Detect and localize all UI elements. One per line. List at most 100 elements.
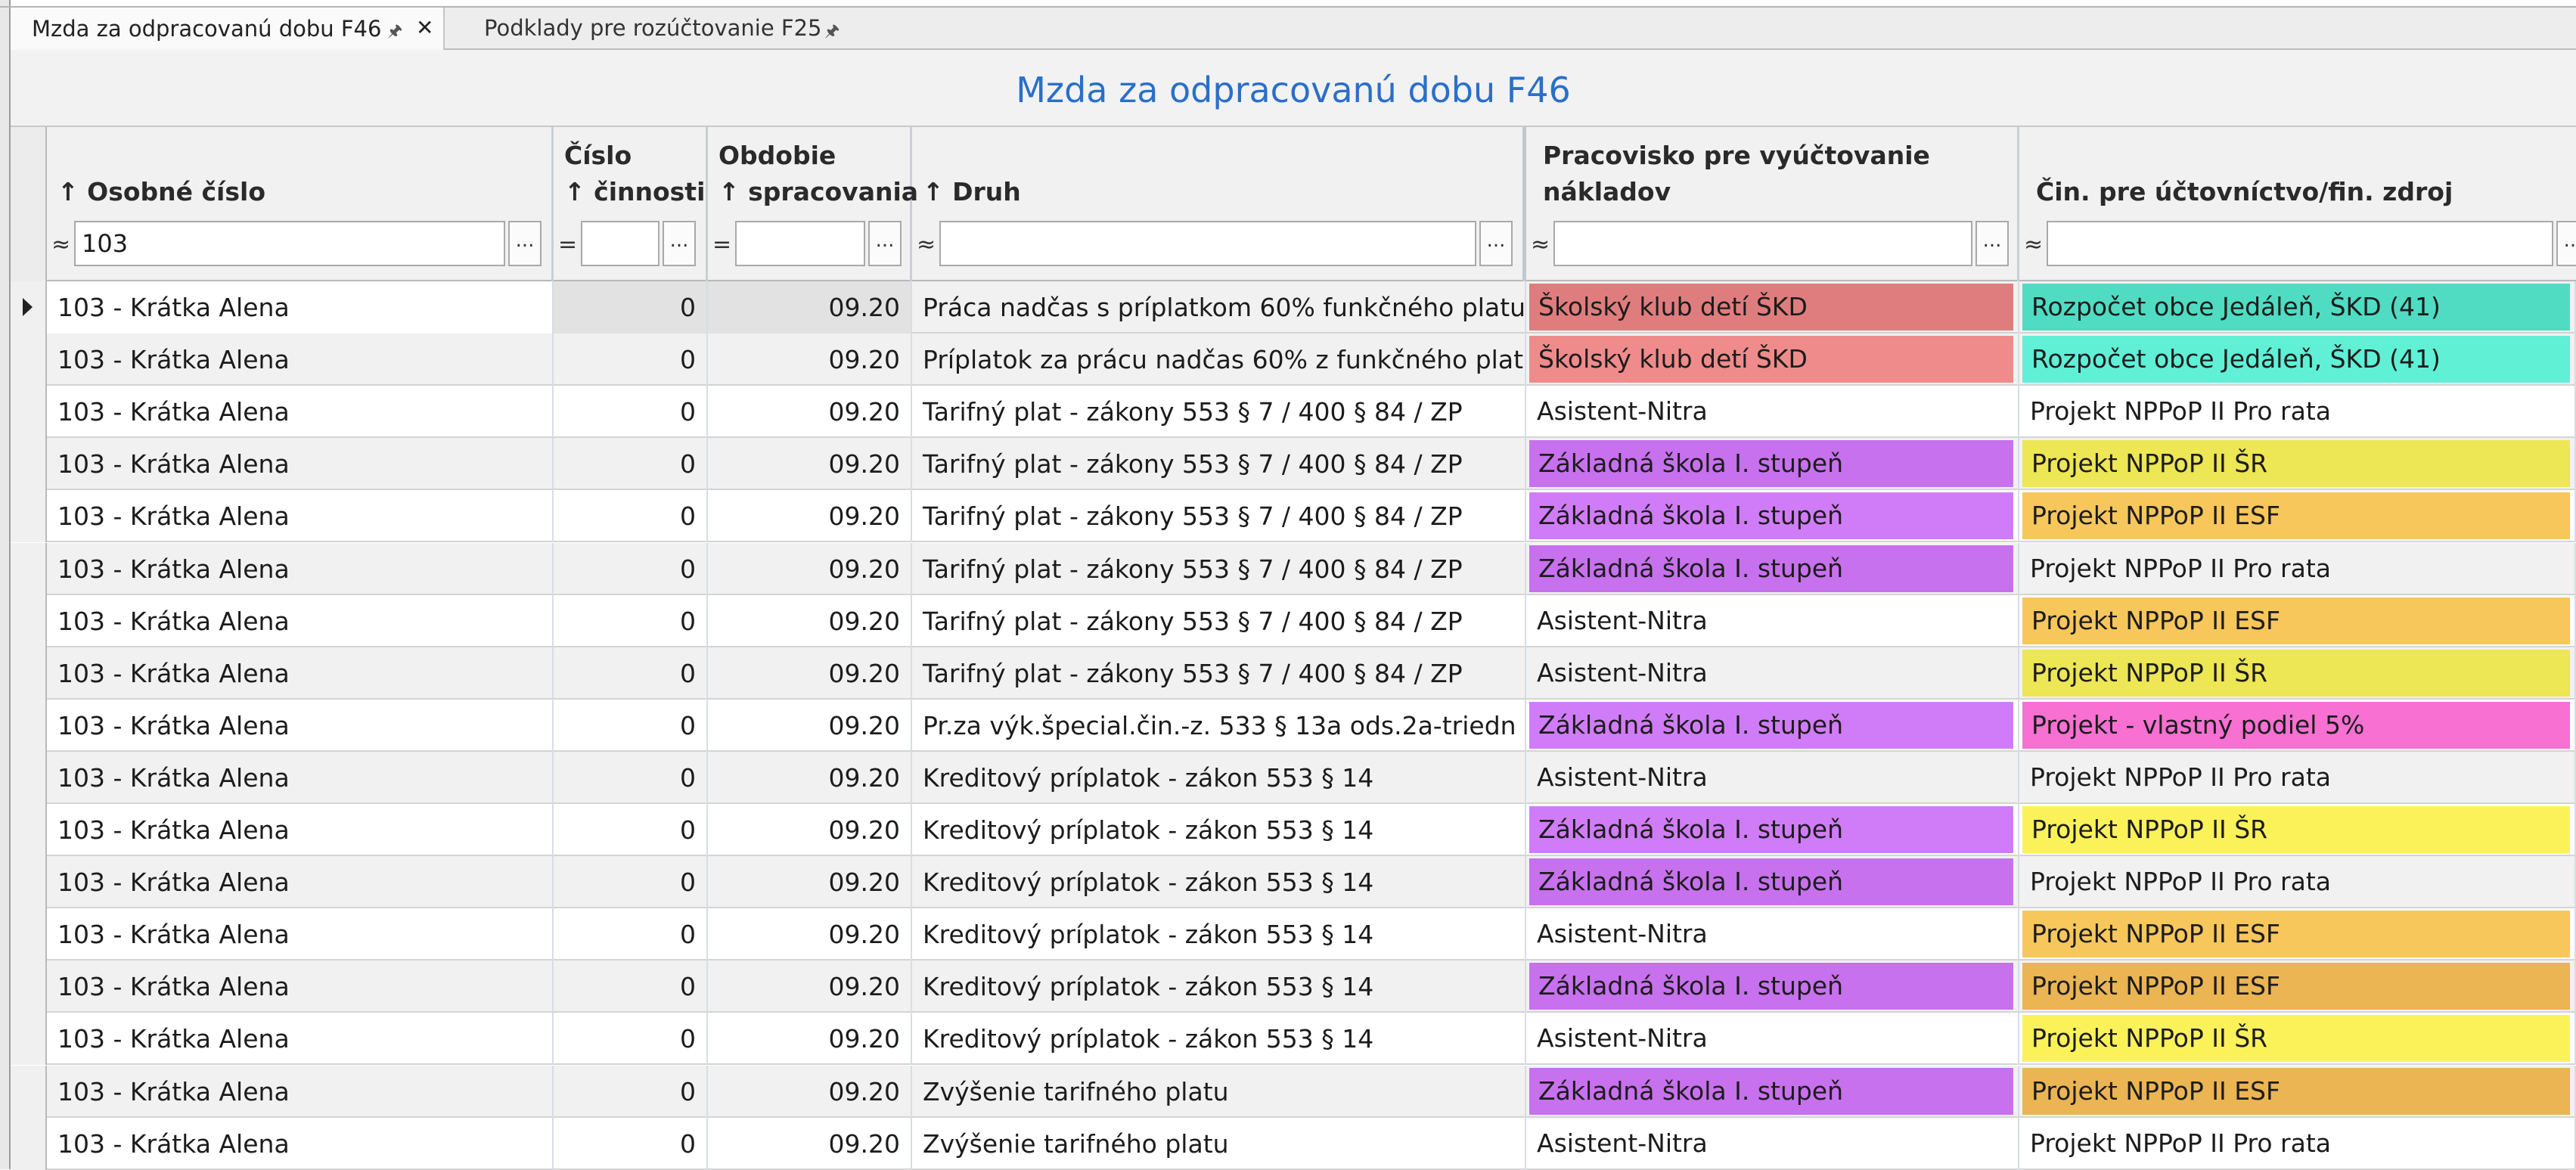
cell-pracovisko[interactable]: Základná škola I. stupeň: [1526, 804, 2019, 856]
cell-obdobie[interactable]: 09.20: [708, 1118, 912, 1170]
cell-osobne-cislo[interactable]: 103 - Krátka Alena: [47, 961, 554, 1013]
filter-mode-icon[interactable]: =: [558, 231, 577, 258]
cell-druh[interactable]: Tarifný plat - zákony 553 § 7 / 400 § 84…: [912, 595, 1526, 647]
cell-cislo-cinnosti[interactable]: 0: [554, 334, 708, 386]
cell-cin-zdroj[interactable]: Projekt NPPoP II ESF: [2019, 961, 2576, 1013]
cell-druh[interactable]: Pr.za výk.špecial.čin.-z. 533 § 13a ods.…: [912, 700, 1526, 752]
filter-osobne-cislo-input[interactable]: [74, 221, 505, 266]
table-row[interactable]: 103 - Krátka Alena 0 09.20 Tarifný plat - z…: [11, 386, 2576, 438]
cell-osobne-cislo[interactable]: 103 - Krátka Alena: [47, 386, 554, 438]
cell-cislo-cinnosti[interactable]: 0: [554, 386, 708, 438]
cell-cislo-cinnosti[interactable]: 0: [554, 281, 708, 334]
row-indicator[interactable]: [11, 1066, 47, 1118]
table-row[interactable]: 103 - Krátka Alena 0 09.20 Kreditový prípla…: [11, 856, 2576, 908]
column-header-obdobie[interactable]: Obdobie ↑ spracovania = ...: [708, 127, 918, 281]
cell-cin-zdroj[interactable]: Projekt NPPoP II ŠR: [2019, 647, 2576, 700]
cell-cislo-cinnosti[interactable]: 0: [554, 1066, 708, 1118]
cell-cin-zdroj[interactable]: Projekt NPPoP II ESF: [2019, 595, 2576, 647]
cell-pracovisko[interactable]: Základná škola I. stupeň: [1526, 543, 2019, 595]
cell-cislo-cinnosti[interactable]: 0: [554, 490, 708, 542]
cell-obdobie[interactable]: 09.20: [708, 908, 912, 961]
row-indicator[interactable]: [11, 386, 47, 438]
cell-osobne-cislo[interactable]: 103 - Krátka Alena: [47, 752, 554, 804]
filter-cislo-cinnosti-input[interactable]: [581, 221, 660, 266]
cell-cin-zdroj[interactable]: Projekt NPPoP II ŠR: [2019, 804, 2576, 856]
cell-osobne-cislo[interactable]: 103 - Krátka Alena: [47, 595, 554, 647]
cell-osobne-cislo[interactable]: 103 - Krátka Alena: [47, 908, 554, 961]
cell-pracovisko[interactable]: Základná škola I. stupeň: [1526, 856, 2019, 908]
filter-mode-icon[interactable]: ≈: [51, 231, 70, 258]
cell-obdobie[interactable]: 09.20: [708, 281, 912, 334]
cell-osobne-cislo[interactable]: 103 - Krátka Alena: [47, 438, 554, 490]
cell-obdobie[interactable]: 09.20: [708, 490, 912, 542]
cell-cislo-cinnosti[interactable]: 0: [554, 752, 708, 804]
cell-obdobie[interactable]: 09.20: [708, 1013, 912, 1065]
filter-ellipsis-button[interactable]: ...: [1975, 221, 2009, 266]
row-indicator[interactable]: [11, 281, 47, 334]
cell-druh[interactable]: Tarifný plat - zákony 553 § 7 / 400 § 84…: [912, 490, 1526, 542]
pin-icon[interactable]: 🖈: [387, 18, 402, 47]
cell-obdobie[interactable]: 09.20: [708, 595, 912, 647]
cell-cin-zdroj[interactable]: Projekt NPPoP II Pro rata: [2019, 386, 2576, 438]
cell-cislo-cinnosti[interactable]: 0: [554, 700, 708, 752]
cell-osobne-cislo[interactable]: 103 - Krátka Alena: [47, 1013, 554, 1065]
table-row[interactable]: 103 - Krátka Alena 0 09.20 Tarifný plat - z…: [11, 438, 2576, 490]
cell-osobne-cislo[interactable]: 103 - Krátka Alena: [47, 1118, 554, 1170]
cell-osobne-cislo[interactable]: 103 - Krátka Alena: [47, 543, 554, 595]
cell-pracovisko[interactable]: Základná škola I. stupeň: [1526, 438, 2019, 490]
table-row[interactable]: 103 - Krátka Alena 0 09.20 Kreditový prípla…: [11, 1013, 2576, 1065]
cell-cin-zdroj[interactable]: Projekt NPPoP II Pro rata: [2019, 1118, 2576, 1170]
table-row[interactable]: 103 - Krátka Alena 0 09.20 Pr.za výk.špecia…: [11, 700, 2576, 752]
cell-druh[interactable]: Kreditový príplatok - zákon 553 § 14: [912, 804, 1526, 856]
cell-cin-zdroj[interactable]: Projekt NPPoP II ŠR: [2019, 438, 2576, 490]
row-indicator[interactable]: [11, 647, 47, 700]
table-row[interactable]: 103 - Krátka Alena 0 09.20 Tarifný plat - z…: [11, 490, 2576, 542]
cell-osobne-cislo[interactable]: 103 - Krátka Alena: [47, 700, 554, 752]
cell-obdobie[interactable]: 09.20: [708, 961, 912, 1013]
cell-osobne-cislo[interactable]: 103 - Krátka Alena: [47, 490, 554, 542]
column-header-osobne-cislo[interactable]: ↑ Osobné číslo ≈ ...: [47, 127, 554, 281]
close-icon[interactable]: ✕: [416, 15, 433, 40]
cell-cislo-cinnosti[interactable]: 0: [554, 1118, 708, 1170]
cell-druh[interactable]: Tarifný plat - zákony 553 § 7 / 400 § 84…: [912, 647, 1526, 700]
cell-pracovisko[interactable]: Základná škola I. stupeň: [1526, 700, 2019, 752]
cell-obdobie[interactable]: 09.20: [708, 543, 912, 595]
cell-obdobie[interactable]: 09.20: [708, 647, 912, 700]
cell-osobne-cislo[interactable]: 103 - Krátka Alena: [47, 334, 554, 386]
cell-pracovisko[interactable]: Školský klub detí ŠKD: [1526, 281, 2019, 334]
cell-cislo-cinnosti[interactable]: 0: [554, 595, 708, 647]
table-row[interactable]: 103 - Krátka Alena 0 09.20 Zvýšenie tarifné…: [11, 1118, 2576, 1170]
cell-druh[interactable]: Tarifný plat - zákony 553 § 7 / 400 § 84…: [912, 438, 1526, 490]
cell-obdobie[interactable]: 09.20: [708, 856, 912, 908]
cell-cin-zdroj[interactable]: Projekt NPPoP II ESF: [2019, 490, 2576, 542]
filter-ellipsis-button[interactable]: ...: [663, 221, 696, 266]
filter-ellipsis-button[interactable]: ...: [1479, 221, 1513, 266]
cell-druh[interactable]: Kreditový príplatok - zákon 553 § 14: [912, 961, 1526, 1013]
row-indicator[interactable]: [11, 700, 47, 752]
cell-pracovisko[interactable]: Školský klub detí ŠKD: [1526, 334, 2019, 386]
cell-druh[interactable]: Práca nadčas s príplatkom 60% funkčného …: [912, 281, 1526, 334]
cell-cislo-cinnosti[interactable]: 0: [554, 856, 708, 908]
cell-osobne-cislo[interactable]: 103 - Krátka Alena: [47, 856, 554, 908]
cell-cin-zdroj[interactable]: Projekt NPPoP II Pro rata: [2019, 752, 2576, 804]
filter-obdobie-input[interactable]: [735, 221, 865, 266]
cell-osobne-cislo[interactable]: 103 - Krátka Alena: [47, 804, 554, 856]
cell-druh[interactable]: Tarifný plat - zákony 553 § 7 / 400 § 84…: [912, 543, 1526, 595]
filter-ellipsis-button[interactable]: ...: [508, 221, 542, 266]
row-indicator[interactable]: [11, 490, 47, 542]
cell-pracovisko[interactable]: Základná škola I. stupeň: [1526, 961, 2019, 1013]
row-indicator[interactable]: [11, 595, 47, 647]
cell-cin-zdroj[interactable]: Projekt NPPoP II ESF: [2019, 1066, 2576, 1118]
filter-druh-input[interactable]: [939, 221, 1476, 266]
cell-pracovisko[interactable]: Asistent-Nitra: [1526, 908, 2019, 961]
table-row[interactable]: 103 - Krátka Alena 0 09.20 Príplatok za prá…: [11, 334, 2576, 386]
cell-pracovisko[interactable]: Asistent-Nitra: [1526, 1118, 2019, 1170]
cell-druh[interactable]: Kreditový príplatok - zákon 553 § 14: [912, 856, 1526, 908]
cell-cin-zdroj[interactable]: Rozpočet obce Jedáleň, ŠKD (41): [2019, 281, 2576, 334]
cell-druh[interactable]: Príplatok za prácu nadčas 60% z funkčnéh…: [912, 334, 1526, 386]
filter-mode-icon[interactable]: =: [712, 231, 731, 258]
cell-cislo-cinnosti[interactable]: 0: [554, 438, 708, 490]
cell-pracovisko[interactable]: Asistent-Nitra: [1526, 1013, 2019, 1065]
cell-pracovisko[interactable]: Asistent-Nitra: [1526, 752, 2019, 804]
row-indicator[interactable]: [11, 856, 47, 908]
